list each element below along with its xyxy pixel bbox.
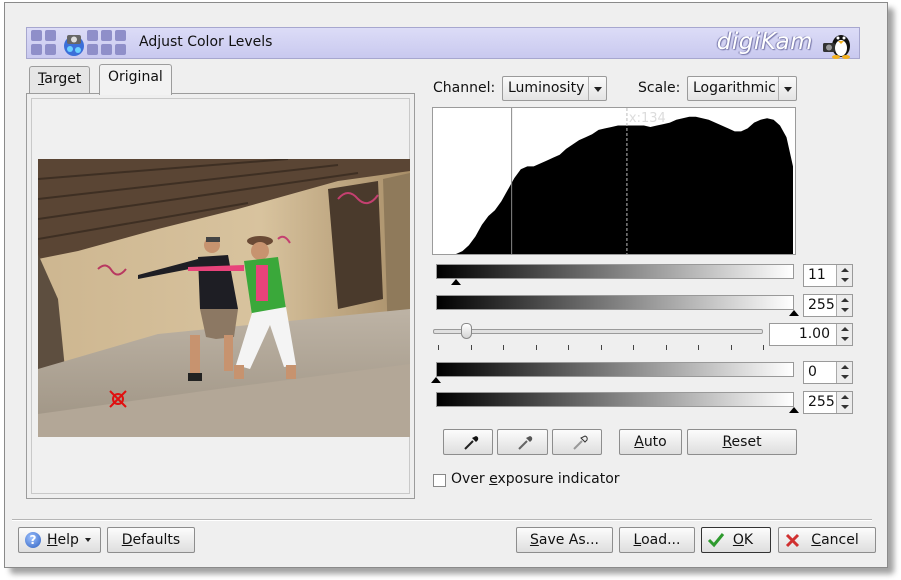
spin-down-icon[interactable] <box>841 375 849 379</box>
input-high-spinbox[interactable]: 255 <box>803 294 853 317</box>
auto-button[interactable]: Auto <box>619 429 682 455</box>
spin-up-icon[interactable] <box>841 365 849 369</box>
scale-combo[interactable]: Logarithmic <box>687 76 797 101</box>
spin-down-icon[interactable] <box>841 278 849 282</box>
preview-photo <box>38 159 410 437</box>
app-icon-grid <box>31 30 129 56</box>
spin-up-icon[interactable] <box>841 395 849 399</box>
gamma-slider-track[interactable] <box>433 329 763 334</box>
slider-tick <box>633 345 634 350</box>
slider-tick <box>698 345 699 350</box>
gray-point-picker-button[interactable] <box>497 429 548 455</box>
spin-up-icon[interactable] <box>841 327 849 331</box>
input-levels-bar[interactable] <box>436 264 794 279</box>
slider-tick <box>730 345 732 350</box>
histogram-cursor-label: x:134 <box>628 111 666 126</box>
chevron-down-icon <box>778 77 796 100</box>
slider-tick <box>600 345 602 350</box>
black-point-picker-button[interactable] <box>443 429 493 455</box>
footer-separator <box>12 519 872 521</box>
overexposure-checkbox[interactable] <box>433 474 446 487</box>
slider-tick <box>470 345 472 350</box>
chevron-down-icon <box>588 77 606 100</box>
color-levels-icon <box>64 35 84 56</box>
brand-logo-text: digiKam <box>716 29 813 55</box>
overexposure-label[interactable]: Over exposure indicator <box>451 471 620 487</box>
spin-up-icon[interactable] <box>841 298 849 302</box>
slider-tick <box>438 345 439 350</box>
channel-label: Channel: <box>433 80 496 96</box>
color-picker-icon <box>464 436 479 450</box>
preview-panel <box>26 93 415 499</box>
color-picker-icon <box>518 436 533 450</box>
output-low-value: 0 <box>808 364 817 380</box>
reset-button[interactable]: Reset <box>687 429 797 455</box>
channel-value: Luminosity <box>508 80 585 96</box>
input-high-value: 255 <box>808 297 835 313</box>
slider-tick <box>763 345 764 350</box>
tab-original[interactable]: Original <box>99 64 172 95</box>
ok-button[interactable]: OK <box>701 527 771 553</box>
histogram-area <box>443 116 793 254</box>
output-levels-bar[interactable] <box>436 362 794 377</box>
input-high-marker[interactable] <box>789 310 799 316</box>
slider-tick <box>568 345 569 350</box>
gamma-spinbox[interactable]: 1.00 <box>769 323 853 346</box>
scale-value: Logarithmic <box>693 80 776 96</box>
slider-tick <box>503 345 504 350</box>
load-button[interactable]: Load... <box>619 527 695 553</box>
color-picker-icon <box>573 435 588 450</box>
tux-camera-icon <box>823 35 850 59</box>
chevron-down-icon <box>85 538 92 542</box>
tab-target[interactable]: Target <box>29 66 91 94</box>
spin-down-icon[interactable] <box>841 405 849 409</box>
scale-label: Scale: <box>638 80 681 96</box>
input-levels-high-bar[interactable] <box>436 295 794 310</box>
overexposure-marker-icon <box>109 390 127 408</box>
output-low-spinbox[interactable]: 0 <box>803 361 853 384</box>
defaults-button[interactable]: Defaults <box>107 527 195 553</box>
slider-tick <box>535 345 537 350</box>
spin-up-icon[interactable] <box>841 268 849 272</box>
cancel-button[interactable]: Cancel <box>778 527 876 553</box>
channel-combo[interactable]: Luminosity <box>502 76 607 101</box>
histogram-view[interactable]: x:134 <box>432 107 796 255</box>
output-high-marker[interactable] <box>789 407 799 413</box>
gamma-value: 1.00 <box>798 326 830 342</box>
close-icon <box>785 533 800 548</box>
gamma-slider-handle[interactable] <box>461 323 472 339</box>
output-high-spinbox[interactable]: 255 <box>803 391 853 414</box>
white-point-picker-button[interactable] <box>552 429 602 455</box>
output-low-marker[interactable] <box>431 377 441 383</box>
spin-down-icon[interactable] <box>841 337 849 341</box>
histogram-plot <box>443 108 793 254</box>
slider-tick <box>665 345 667 350</box>
dialog-title: Adjust Color Levels <box>139 34 273 50</box>
input-low-value: 11 <box>808 267 826 283</box>
output-levels-high-bar[interactable] <box>436 392 794 407</box>
input-low-spinbox[interactable]: 11 <box>803 264 853 287</box>
output-high-value: 255 <box>808 394 835 410</box>
checkmark-icon <box>707 533 725 548</box>
save-as-button[interactable]: Save As... <box>516 527 613 553</box>
help-icon: ? <box>25 532 41 548</box>
preview-frame <box>31 98 410 494</box>
input-low-marker[interactable] <box>450 279 461 285</box>
spin-down-icon[interactable] <box>841 308 849 312</box>
header-banner: Adjust Color Levels digiKam <box>26 27 860 59</box>
help-button[interactable]: ? Help <box>18 527 101 553</box>
